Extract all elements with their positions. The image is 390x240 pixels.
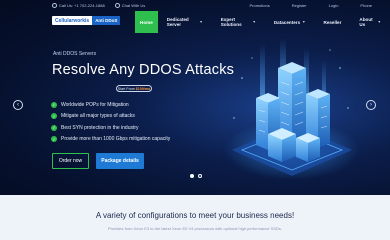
top-link-register[interactable]: Register <box>292 3 307 8</box>
nav-item-about-us[interactable]: About Us ▼ <box>350 11 390 33</box>
chevron-down-icon: ▼ <box>199 20 203 24</box>
carousel-prev-button[interactable]: ‹ <box>13 100 23 110</box>
nav-item-label: Dedicated Server <box>166 17 189 27</box>
phone-contact[interactable]: Call Us: +1 702-224-1888 <box>52 3 105 8</box>
feature-list: ✓ Worldwide POPs for Mitigation ✓ Mitigate… <box>51 99 170 145</box>
feature-text: Best SYN protection in the industry <box>61 124 139 131</box>
tower-left <box>256 98 268 150</box>
price-prefix: Start From <box>117 86 135 91</box>
nav-item-label: Expert Solutions <box>220 17 242 27</box>
feature-item: ✓ Mitigate all major types of attacks <box>51 111 170 123</box>
feature-text: Mitigate all major types of attacks <box>61 113 135 120</box>
feature-item: ✓ Best SYN protection in the industry <box>51 122 170 134</box>
top-contact: Call Us: +1 702-224-1888 Chat With Us <box>52 3 155 8</box>
section-title: A variety of configurations to meet your… <box>95 211 295 220</box>
price-pill: Start From $109/mo <box>116 85 152 92</box>
server-illustration <box>224 38 360 180</box>
nav-item-label: Reseller <box>323 19 342 25</box>
carousel-dots <box>188 174 204 178</box>
check-icon: ✓ <box>51 101 57 108</box>
price-value: $109/mo <box>135 86 151 91</box>
nav-item-label: Home <box>140 19 153 25</box>
chevron-down-icon: ▼ <box>252 20 256 24</box>
feature-item: ✓ Provide more than 1000 Gbps mitigation … <box>51 134 170 146</box>
carousel-next-button[interactable]: › <box>366 100 376 110</box>
chevron-down-icon: ▼ <box>377 20 381 24</box>
carousel-dot[interactable] <box>198 174 202 178</box>
check-icon: ✓ <box>51 136 57 143</box>
top-bar: Call Us: +1 702-224-1888 Chat With Us Pr… <box>0 0 390 11</box>
nav-item-home[interactable]: Home <box>135 11 158 33</box>
logo-tag-text: Anti DDoS <box>92 16 121 25</box>
section-subtitle: Provides from Xeon E3 to the latest Xeon… <box>107 226 283 231</box>
top-link-promotions[interactable]: Promotions <box>249 3 269 8</box>
hero-banner: Call Us: +1 702-224-1888 Chat With Us Pr… <box>0 0 390 195</box>
top-link-login[interactable]: Login <box>329 3 339 8</box>
chat-text: Chat With Us <box>121 3 146 8</box>
nav-item-datacenters[interactable]: Datacenters ▼ <box>265 11 315 33</box>
order-now-button[interactable]: Order now <box>52 153 89 169</box>
top-links: Promotions Register Login Phone <box>227 3 372 8</box>
main-nav: Cellularworkis Anti DDoS Home Dedicated … <box>0 11 390 33</box>
carousel-dot-active[interactable] <box>190 174 194 178</box>
logo-main-text: Cellularworkis <box>52 16 93 25</box>
chevron-down-icon: ▼ <box>302 20 306 24</box>
logo[interactable]: Cellularworkis Anti DDoS <box>52 16 121 25</box>
feature-item: ✓ Worldwide POPs for Mitigation <box>51 99 170 111</box>
check-icon: ✓ <box>51 124 57 131</box>
feature-text: Provide more than 1000 Gbps mitigation c… <box>61 136 171 143</box>
nav-item-label: Datacenters <box>273 19 301 25</box>
hero-eyebrow: Anti DDOS Servers <box>53 51 97 57</box>
top-link-phone[interactable]: Phone <box>360 3 372 8</box>
check-icon: ✓ <box>51 113 57 120</box>
chevron-right-icon: › <box>370 102 372 108</box>
nav-item-expert-solutions[interactable]: Expert Solutions ▼ <box>212 11 265 33</box>
package-details-button[interactable]: Package details <box>96 153 144 169</box>
nav-items: Home Dedicated Server ▼ Expert Solutions ▼… <box>135 11 390 33</box>
phone-text: Call Us: +1 702-224-1888 <box>59 3 105 8</box>
phone-icon <box>52 3 57 8</box>
chat-icon <box>114 3 120 8</box>
nav-item-reseller[interactable]: Reseller <box>315 11 351 33</box>
chat-contact[interactable]: Chat With Us <box>114 3 146 8</box>
configurations-section: A variety of configurations to meet your… <box>0 195 390 240</box>
nav-item-dedicated-server[interactable]: Dedicated Server ▼ <box>158 11 212 33</box>
chevron-left-icon: ‹ <box>17 102 19 108</box>
nav-item-label: About Us <box>359 17 373 27</box>
feature-text: Worldwide POPs for Mitigation <box>61 101 129 108</box>
